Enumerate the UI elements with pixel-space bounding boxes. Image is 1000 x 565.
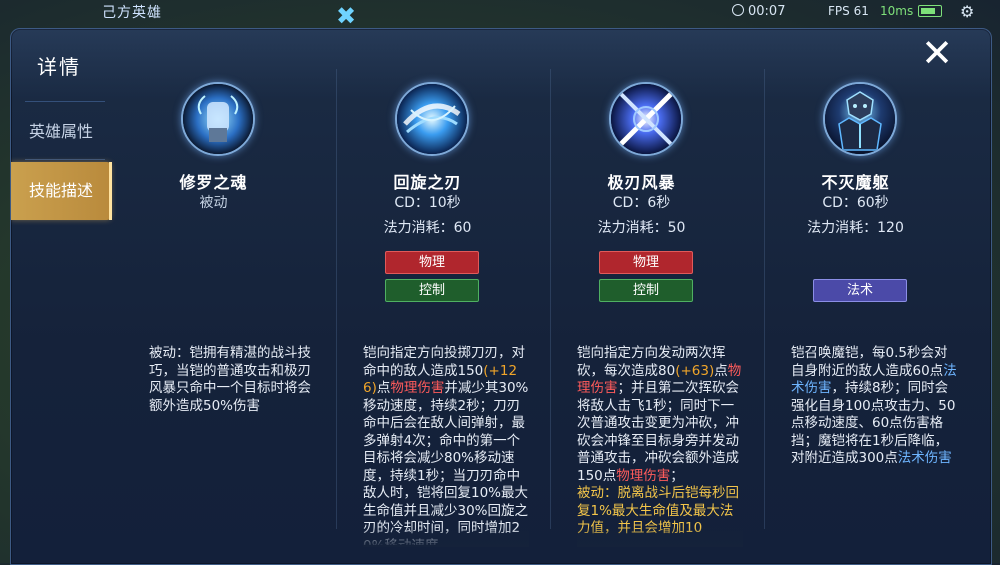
skill-description: 被动：铠拥有精湛的战斗技巧，当铠的普通攻击和极刃风暴只命中一个目标时将会额外造成… <box>149 345 315 545</box>
tab-hero-attributes[interactable]: 英雄属性 <box>11 103 111 161</box>
hud-close-icon[interactable]: ✖ <box>330 2 362 30</box>
match-timer: 00:07 <box>732 4 785 19</box>
desc-text: 铠召唤魔铠，每0.5秒会对自身附近的敌人造成60点 <box>791 345 948 379</box>
skill-name: 修罗之魂 <box>179 173 248 192</box>
skill-description: 铠向指定方向投掷刀刃，对命中的敌人造成150(+126)点物理伤害并减少其30%… <box>363 345 529 545</box>
divider <box>25 101 105 102</box>
skill-card-ultimate: 不灭魔躯 CD：60秒 法力消耗：120 法术 铠召唤魔铠，每0.5秒会对自身附… <box>753 57 958 564</box>
armored-knight-icon <box>823 82 897 156</box>
skill-type: 被动 <box>199 195 228 211</box>
fps-counter: FPS 61 <box>828 4 869 18</box>
desc-text: ； <box>670 467 684 484</box>
skill-cooldown: CD：60秒 <box>822 195 889 211</box>
skill-card-2: 极刃风暴 CD：6秒 法力消耗：50 物理 控制 铠向指定方向发动两次挥砍，每次… <box>539 57 744 564</box>
skill-mana-cost: 法力消耗：120 <box>807 220 904 236</box>
tag-magic: 法术 <box>813 279 907 302</box>
desc-fade <box>577 527 743 547</box>
desc-scaling: (+63) <box>675 362 715 379</box>
skill-name: 极刃风暴 <box>607 173 676 192</box>
desc-fade <box>363 527 529 547</box>
desc-physical-damage: 物理伤害 <box>390 380 445 396</box>
skill-card-passive: 修罗之魂 被动 被动：铠拥有精湛的战斗技巧，当铠的普通攻击和极刃风暴只命中一个目… <box>111 57 316 564</box>
hero-detail-panel: 详情 英雄属性 技能描述 ✕ 修罗之魂 被动 被动：铠拥有精湛的战斗技巧，当铠的… <box>10 28 992 565</box>
ping-indicator: 10ms <box>880 4 914 18</box>
skill-description: 铠召唤魔铠，每0.5秒会对自身附近的敌人造成60点法术伤害，持续8秒；同时会强化… <box>791 345 957 545</box>
tag-physical: 物理 <box>385 251 479 274</box>
tag-physical: 物理 <box>599 251 693 274</box>
skill-description: 铠向指定方向发动两次挥砍，每次造成80(+63)点物理伤害；并且第二次挥砍会将敌… <box>577 345 743 545</box>
skill-cooldown: CD：10秒 <box>394 195 461 211</box>
tab-skill-description[interactable]: 技能描述 <box>11 162 112 220</box>
desc-text: 点 <box>376 380 391 396</box>
panel-title: 详情 <box>37 55 81 79</box>
spinning-blade-icon <box>395 82 469 156</box>
desc-magic-damage: 法术伤害 <box>897 450 952 466</box>
gear-icon[interactable]: ⚙ <box>960 2 974 21</box>
skill-mana-cost: 法力消耗：50 <box>597 220 686 236</box>
tag-control: 控制 <box>599 279 693 302</box>
detail-sidebar: 详情 英雄属性 技能描述 <box>11 29 112 564</box>
desc-text: 被动：铠拥有精湛的战斗技巧，当铠的普通攻击和极刃风暴只命中一个目标时将会额外造成… <box>149 345 311 414</box>
skill-name: 不灭魔躯 <box>821 173 890 192</box>
skill-mana-cost: 法力消耗：60 <box>383 220 472 236</box>
clock-icon <box>732 4 744 16</box>
team-title: 己方英雄 <box>102 5 162 21</box>
cross-slash-icon <box>609 82 683 156</box>
fist-glow-icon <box>181 82 255 156</box>
battery-icon <box>918 5 942 17</box>
skill-cooldown: CD：6秒 <box>612 195 671 211</box>
divider <box>25 159 105 160</box>
match-time: 00:07 <box>748 4 786 19</box>
desc-text: 并减少其30%移动速度，持续2秒；刀刃命中后会在敌人间弹射，最多弹射4次；命中的… <box>363 380 529 545</box>
skill-name: 回旋之刃 <box>393 173 462 192</box>
tag-control: 控制 <box>385 279 479 302</box>
desc-physical-damage: 物理伤害 <box>616 467 671 484</box>
desc-text: 点 <box>714 362 728 379</box>
skill-card-1: 回旋之刃 CD：10秒 法力消耗：60 物理 控制 铠向指定方向投掷刀刃，对命中… <box>325 57 530 564</box>
